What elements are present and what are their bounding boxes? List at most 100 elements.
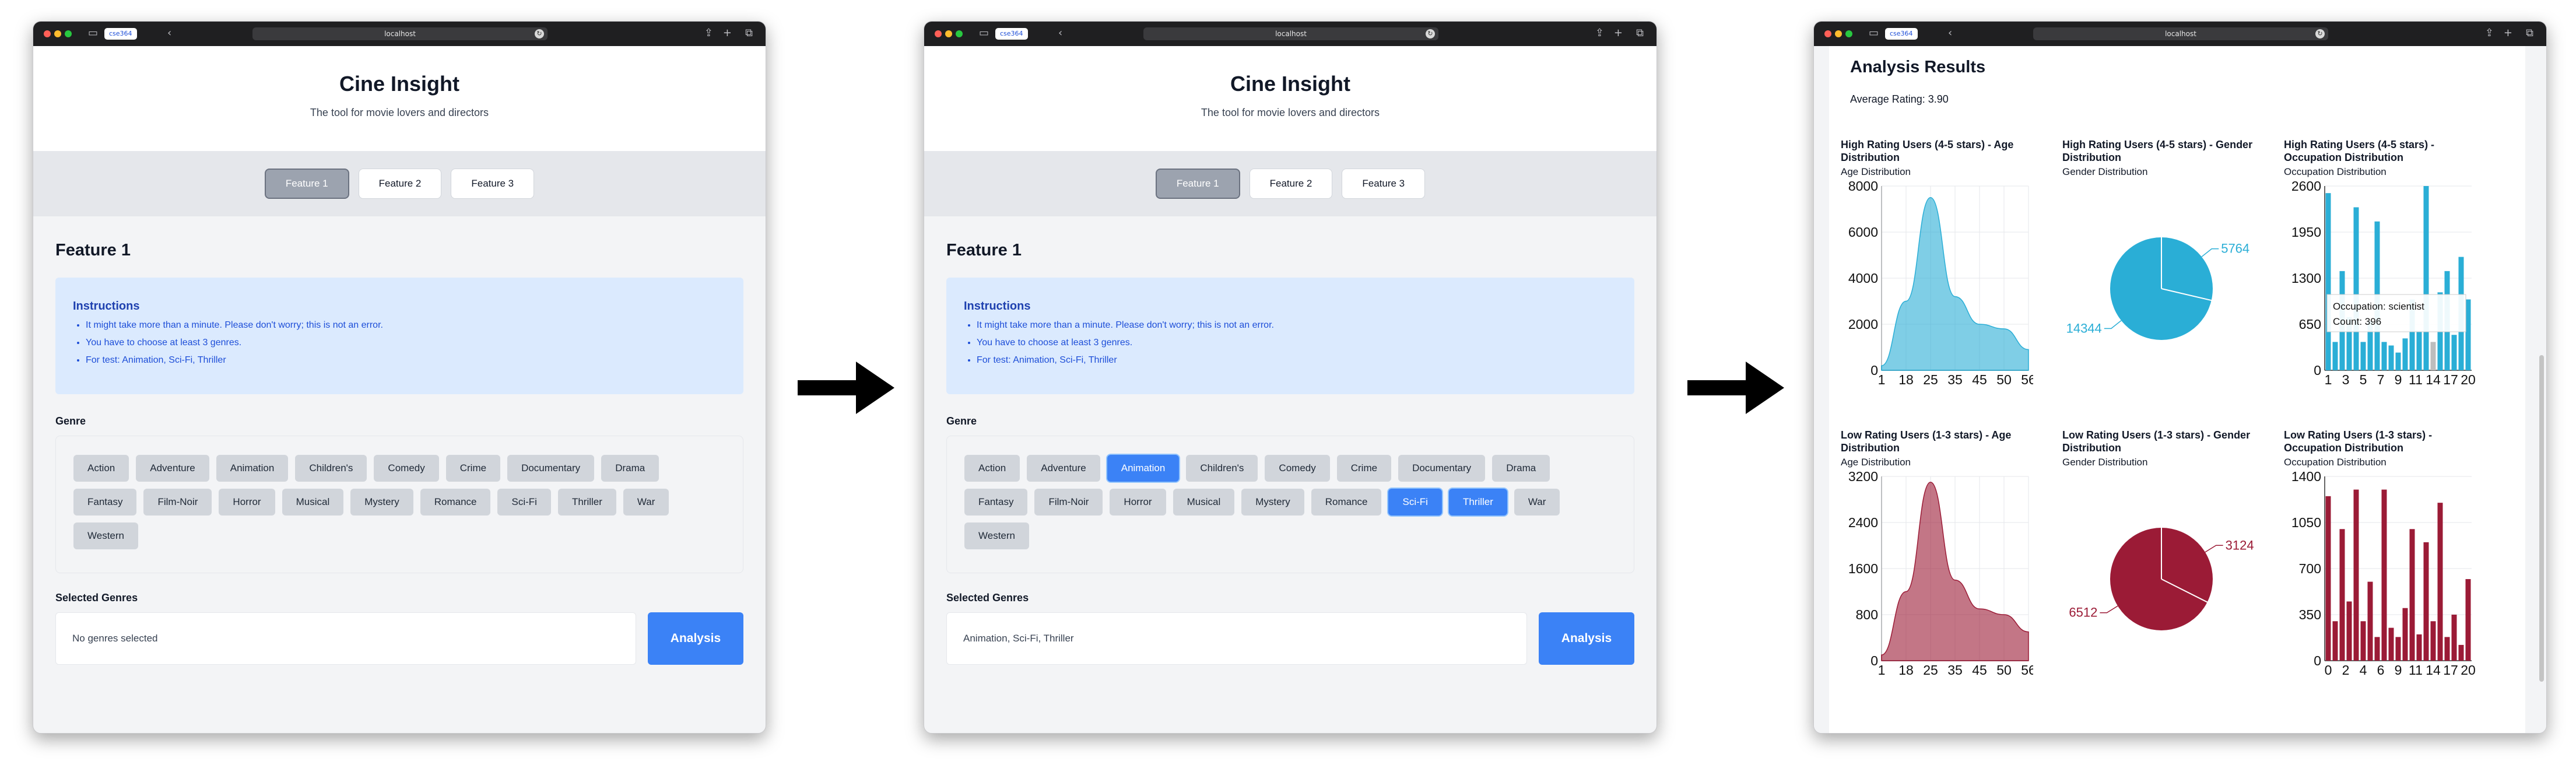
genre-chip[interactable]: Mystery — [350, 489, 413, 516]
close-window-button[interactable] — [935, 30, 942, 37]
bar — [2402, 608, 2408, 661]
genre-chip[interactable]: Action — [73, 455, 129, 482]
browser-tab[interactable]: cse364 — [1885, 28, 1918, 40]
genre-chip[interactable]: Western — [73, 522, 138, 549]
genre-chip[interactable]: War — [623, 489, 669, 516]
genre-chip[interactable]: Western — [964, 522, 1029, 549]
genre-chip[interactable]: Adventure — [1027, 455, 1100, 482]
reload-icon[interactable]: ↻ — [535, 29, 544, 38]
share-icon[interactable]: ⇪ — [704, 27, 713, 39]
x-tick-label: 7 — [2377, 372, 2385, 385]
genre-chip[interactable]: Romance — [1311, 489, 1382, 516]
tabs-overview-icon[interactable]: ⧉ — [1636, 27, 1644, 39]
selected-genres-field: Animation, Sci-Fi, Thriller — [946, 612, 1527, 665]
new-tab-icon[interactable]: + — [723, 27, 732, 39]
close-window-button[interactable] — [1824, 30, 1831, 37]
label-leader — [2205, 545, 2223, 553]
zoom-window-button[interactable] — [956, 30, 963, 37]
minimize-window-button[interactable] — [54, 30, 61, 37]
genre-chip[interactable]: Mystery — [1241, 489, 1304, 516]
genre-chip[interactable]: Drama — [1492, 455, 1550, 482]
tabs-overview-icon[interactable]: ⧉ — [2526, 27, 2533, 39]
x-tick-label: 25 — [1923, 372, 1938, 385]
genre-chip[interactable]: Animation — [1107, 455, 1180, 482]
y-tick-label: 1400 — [2291, 469, 2321, 484]
genre-chip[interactable]: Children's — [295, 455, 367, 482]
back-icon[interactable]: ‹ — [1058, 27, 1062, 39]
tab-feature-2[interactable]: Feature 2 — [358, 169, 442, 199]
occupation-chart-high[interactable]: 0 650 1300 1950 2600 1 3 5 7 9 11 14 17 20 Occupation:… — [2284, 178, 2476, 387]
zoom-window-button[interactable] — [65, 30, 72, 37]
genre-chip[interactable]: Fantasy — [964, 489, 1028, 516]
occupation-chart-low[interactable]: 0350700105014000 2 4 6 9 11 14 17 20 — [2284, 468, 2476, 678]
minimize-window-button[interactable] — [945, 30, 952, 37]
address-bar[interactable]: localhost ↻ — [2033, 27, 2328, 40]
genre-chip[interactable]: Crime — [445, 455, 501, 482]
genre-chip[interactable]: Thriller — [557, 489, 616, 516]
genre-chip[interactable]: Musical — [1173, 489, 1235, 516]
genre-chip[interactable]: Animation — [216, 455, 289, 482]
app-title: Cine Insight — [1230, 72, 1350, 96]
y-tick-label: 2000 — [1848, 317, 1878, 332]
tab-feature-2[interactable]: Feature 2 — [1249, 169, 1333, 199]
new-tab-icon[interactable]: + — [2504, 27, 2512, 39]
address-bar[interactable]: localhost ↻ — [252, 27, 548, 40]
genre-list: Action Adventure Animation Children's Comedy… — [946, 436, 1634, 573]
genre-chip[interactable]: Children's — [1186, 455, 1258, 482]
genre-chip[interactable]: War — [1514, 489, 1560, 516]
tab-feature-1[interactable]: Feature 1 — [264, 169, 349, 199]
bar — [2402, 338, 2408, 370]
genre-chip[interactable]: Drama — [601, 455, 659, 482]
genre-chip[interactable]: Sci-Fi — [1388, 489, 1442, 516]
instructions-heading: Instructions — [73, 300, 140, 313]
app-header: Cine Insight The tool for movie lovers a… — [33, 46, 766, 151]
sidebar-icon[interactable]: ▭ — [979, 27, 989, 39]
genre-chip[interactable]: Adventure — [136, 455, 209, 482]
sidebar-icon[interactable]: ▭ — [1869, 27, 1879, 39]
genre-chip[interactable]: Film-Noir — [1034, 489, 1103, 516]
zoom-window-button[interactable] — [1845, 30, 1852, 37]
genre-chip[interactable]: Musical — [282, 489, 344, 516]
analysis-button[interactable]: Analysis — [648, 612, 743, 665]
minimize-window-button[interactable] — [1835, 30, 1842, 37]
back-icon[interactable]: ‹ — [1948, 27, 1952, 39]
genre-chip[interactable]: Horror — [1110, 489, 1166, 516]
genre-chip[interactable]: Comedy — [1265, 455, 1330, 482]
genre-chip[interactable]: Crime — [1336, 455, 1392, 482]
genre-chip[interactable]: Film-Noir — [143, 489, 212, 516]
analysis-button[interactable]: Analysis — [1539, 612, 1634, 665]
genre-chip[interactable]: Action — [964, 455, 1020, 482]
genre-chip[interactable]: Fantasy — [73, 489, 137, 516]
browser-tab[interactable]: cse364 — [104, 28, 137, 40]
genre-list: Action Adventure Animation Children's Comedy… — [55, 436, 743, 573]
feature-title: Feature 1 — [946, 241, 1022, 259]
tab-feature-1[interactable]: Feature 1 — [1155, 169, 1240, 199]
bar — [2465, 299, 2471, 370]
share-icon[interactable]: ⇪ — [1595, 27, 1604, 39]
address-bar[interactable]: localhost ↻ — [1143, 27, 1438, 40]
reload-icon[interactable]: ↻ — [2315, 29, 2325, 38]
back-icon[interactable]: ‹ — [167, 27, 171, 39]
genre-chip[interactable]: Comedy — [374, 455, 439, 482]
reload-icon[interactable]: ↻ — [1426, 29, 1435, 38]
sidebar-icon[interactable]: ▭ — [88, 27, 98, 39]
title-bar: ▭ cse364 ‹ localhost ↻ ⇪ + ⧉ — [1814, 22, 2546, 46]
genre-chip[interactable]: Documentary — [1398, 455, 1486, 482]
tabs-overview-icon[interactable]: ⧉ — [745, 27, 753, 39]
genre-chip[interactable]: Thriller — [1448, 489, 1507, 516]
y-tick-label: 0 — [1870, 653, 1878, 668]
selected-genres-field: No genres selected — [55, 612, 636, 665]
browser-tab[interactable]: cse364 — [995, 28, 1028, 40]
genre-chip[interactable]: Horror — [219, 489, 275, 516]
tab-feature-3[interactable]: Feature 3 — [451, 169, 535, 199]
x-tick-label: 14 — [2426, 662, 2441, 676]
genre-chip[interactable]: Sci-Fi — [497, 489, 551, 516]
scrollbar[interactable] — [2539, 355, 2544, 682]
genre-chip[interactable]: Romance — [420, 489, 491, 516]
share-icon[interactable]: ⇪ — [2485, 27, 2494, 39]
close-window-button[interactable] — [44, 30, 51, 37]
chart-panel: Low Rating Users (1-3 stars) - Occupatio… — [2284, 429, 2476, 679]
new-tab-icon[interactable]: + — [1614, 27, 1623, 39]
tab-feature-3[interactable]: Feature 3 — [1342, 169, 1426, 199]
genre-chip[interactable]: Documentary — [507, 455, 595, 482]
